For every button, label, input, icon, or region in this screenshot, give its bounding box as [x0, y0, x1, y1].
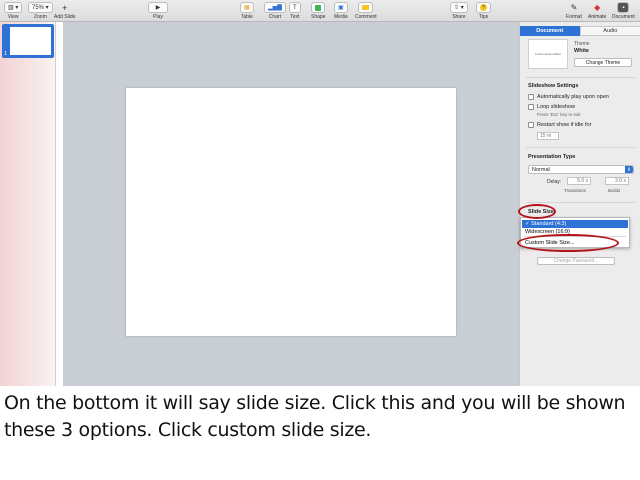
table-icon: ▦ — [240, 2, 254, 13]
media-icon: ▣ — [334, 2, 348, 13]
text-icon: T — [289, 2, 301, 13]
comment-icon — [358, 2, 374, 13]
document-button[interactable]: ▪ Document — [612, 2, 635, 20]
checkbox-box — [528, 104, 534, 110]
slide-thumbnail — [10, 27, 51, 55]
inspector-tabs: Document Audio — [520, 26, 640, 36]
chart-button[interactable]: ▂▅▇ Chart — [264, 2, 286, 20]
theme-name: White — [574, 48, 589, 54]
shape-label: Shape — [311, 14, 326, 20]
share-button[interactable]: ⇧ ▾ Share — [450, 2, 468, 20]
presentation-type-select[interactable]: Normal ⇕ — [528, 165, 634, 174]
auto-play-checkbox[interactable]: Automatically play upon open — [528, 94, 609, 100]
tips-button[interactable]: ? Tips — [476, 2, 491, 20]
chart-icon: ▂▅▇ — [264, 2, 286, 13]
menu-item-standard[interactable]: ✓ Standard (4:3) — [522, 220, 628, 228]
tab-document[interactable]: Document — [520, 26, 580, 36]
divider — [526, 202, 635, 203]
add-slide-button[interactable]: + Add Slide — [54, 2, 76, 21]
tips-label: Tips — [478, 14, 489, 20]
tips-icon: ? — [476, 2, 491, 13]
slide-canvas — [63, 22, 519, 386]
view-button[interactable]: ▥ ▾ View — [4, 2, 23, 20]
theme-thumbnail[interactable]: Lorem Ipsum Dolor — [528, 39, 568, 69]
document-label: Document — [612, 14, 635, 20]
tab-audio[interactable]: Audio — [579, 26, 640, 36]
divider — [526, 77, 635, 78]
comment-label: Comment — [355, 14, 377, 20]
slide[interactable] — [126, 88, 456, 336]
slideshow-settings-heading: Slideshow Settings — [528, 83, 579, 89]
transitions-label: Transitions — [564, 188, 586, 193]
loop-label: Loop slideshow — [537, 104, 575, 110]
restart-label: Restart show if idle for — [537, 122, 592, 128]
checkbox-box — [528, 94, 534, 100]
loop-checkbox[interactable]: Loop slideshow — [528, 104, 575, 110]
format-label: Format — [566, 14, 582, 20]
paintbrush-icon: ✎ — [570, 3, 578, 12]
presentation-type-heading: Presentation Type — [528, 154, 576, 160]
animate-button[interactable]: ◆ Animate — [588, 2, 606, 20]
text-label: Text — [290, 14, 300, 20]
play-label: Play — [153, 14, 163, 20]
add-slide-label: Add Slide — [54, 14, 76, 20]
zoom-label: Zoom — [33, 14, 47, 20]
zoom-value: 75% ▾ — [28, 2, 53, 13]
shape-button[interactable]: Shape — [311, 2, 325, 20]
view-icon: ▥ ▾ — [4, 2, 23, 13]
theme-label: Theme — [574, 41, 590, 47]
table-button[interactable]: ▦ Table — [240, 2, 254, 20]
slide-number: 1 — [4, 51, 7, 57]
media-button[interactable]: ▣ Media — [334, 2, 348, 20]
chevron-updown-icon: ⇕ — [625, 166, 633, 173]
shape-icon — [311, 2, 326, 13]
annotation-circle-custom-slide-size — [517, 234, 619, 252]
slide-thumbnail-selected[interactable]: 1 — [2, 24, 54, 58]
toolbar: ▥ ▾ View 75% ▾ Zoom + Add Slide ▶ Play ▦… — [0, 0, 640, 22]
theme-thumb-text: Lorem Ipsum Dolor — [535, 52, 561, 56]
play-button[interactable]: ▶ Play — [148, 2, 168, 20]
comment-button[interactable]: Comment — [355, 2, 377, 20]
builds-label: Builds — [608, 188, 621, 193]
delay-label: Delay: — [547, 179, 562, 185]
format-button[interactable]: ✎ Format — [566, 2, 582, 20]
presentation-type-value: Normal — [532, 166, 550, 173]
plus-icon: + — [62, 2, 68, 13]
idle-minutes-field[interactable]: 15 m — [537, 132, 559, 140]
table-label: Table — [240, 14, 253, 20]
media-label: Media — [334, 14, 348, 20]
annotation-circle-slide-size — [518, 204, 556, 219]
divider — [526, 147, 635, 148]
change-password-button[interactable]: Change Password... — [537, 257, 615, 265]
zoom-button[interactable]: 75% ▾ Zoom — [28, 2, 53, 20]
view-label: View — [7, 14, 19, 20]
share-label: Share — [452, 14, 466, 20]
animate-label: Animate — [588, 14, 607, 20]
instruction-caption: On the bottom it will say slide size. Cl… — [0, 386, 640, 480]
play-icon: ▶ — [148, 2, 168, 13]
document-icon: ▪ — [617, 2, 630, 13]
text-button[interactable]: T Text — [289, 2, 301, 20]
animate-icon: ◆ — [594, 3, 601, 12]
checkbox-box — [528, 122, 534, 128]
builds-delay-field[interactable]: 2.0 s — [605, 177, 629, 185]
share-icon: ⇧ ▾ — [450, 2, 468, 13]
slide-navigator: 1 — [0, 22, 56, 386]
loop-hint: Press 'Esc' key to exit — [537, 112, 581, 117]
chart-label: Chart — [268, 14, 282, 20]
restart-idle-checkbox[interactable]: Restart show if idle for — [528, 122, 591, 128]
auto-play-label: Automatically play upon open — [537, 94, 609, 100]
transitions-delay-field[interactable]: 5.0 s — [567, 177, 591, 185]
change-theme-button[interactable]: Change Theme — [574, 58, 632, 67]
